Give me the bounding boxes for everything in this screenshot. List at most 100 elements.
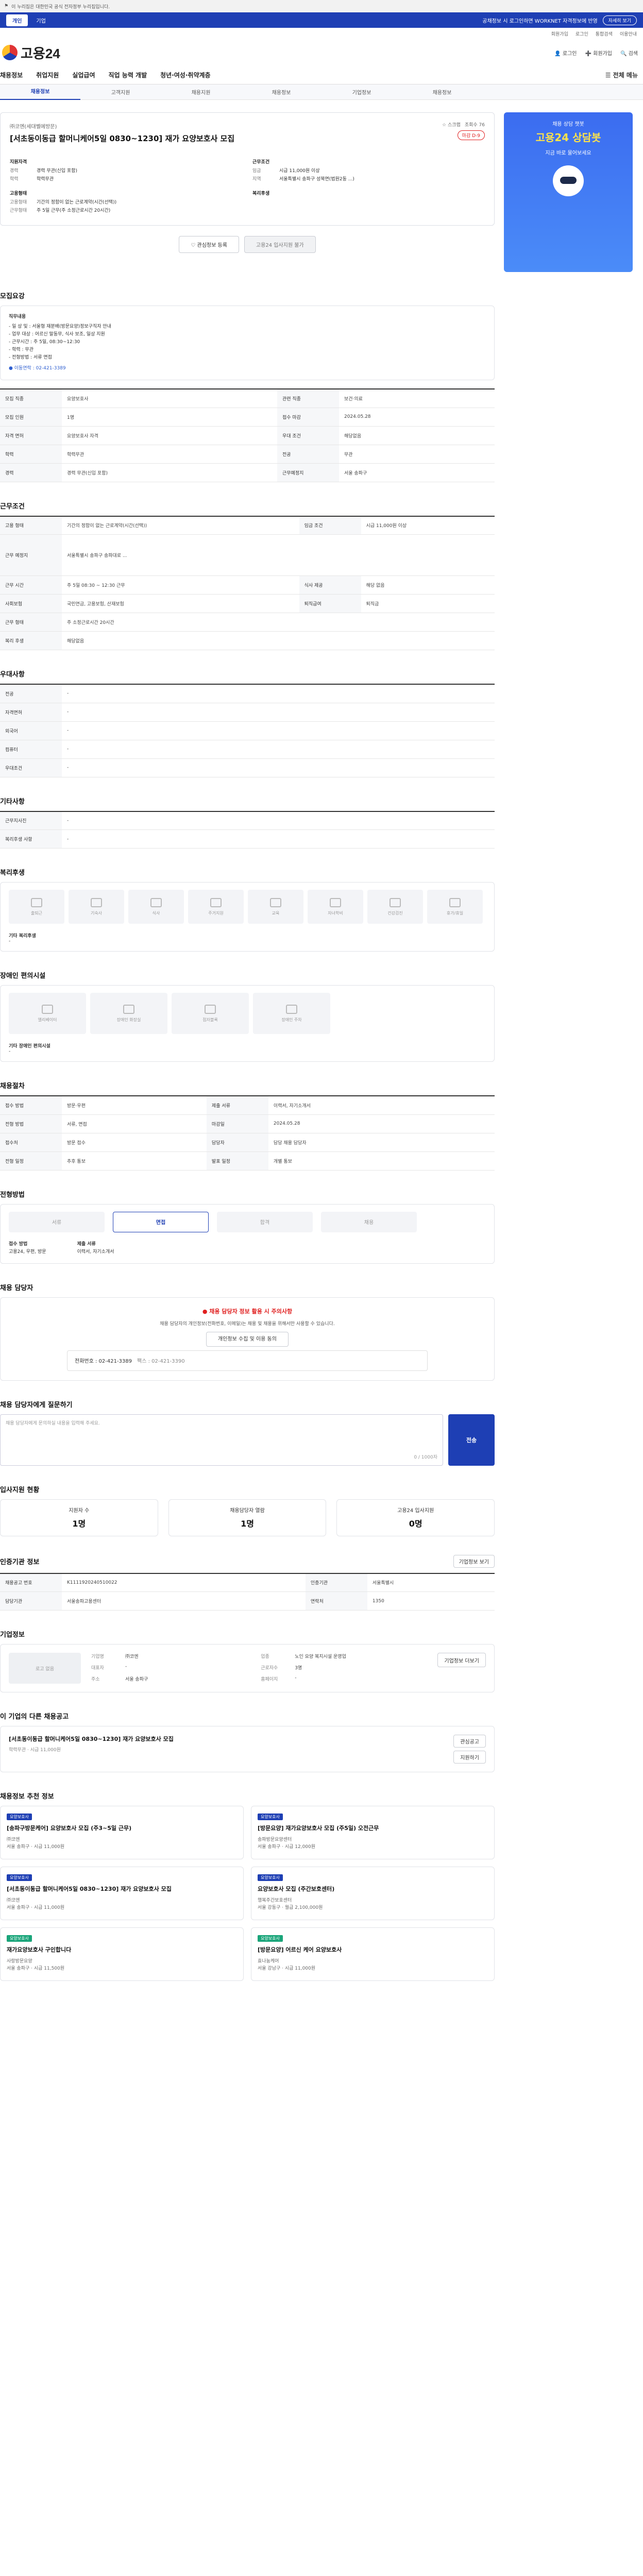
preference-title: 우대사항: [0, 671, 25, 679]
table-row: 경력 경력 무관(신입 포함) 근무예정지 서울 송파구: [0, 463, 495, 482]
util-search[interactable]: 통합검색: [596, 30, 613, 37]
tab-company[interactable]: 기업: [30, 14, 52, 26]
table-row: 접수 방법 방문·우편 제출 서류 이력서, 자기소개서: [0, 1096, 495, 1115]
all-menu-button[interactable]: ☰ 전체 메뉴: [605, 71, 638, 79]
accessibility-etc-label: 기타 장애인 편의시설: [9, 1044, 50, 1049]
table-cell: K1111920240510022: [62, 1573, 306, 1592]
selection-method: 접수 방법 고용24, 우편, 방문: [9, 1241, 46, 1256]
apply-disabled-button[interactable]: 고용24 입사지원 불가: [244, 236, 316, 253]
table-cell: 서울특별시 송파구 송파대로 ...: [62, 534, 495, 576]
table-header: 근무 형태: [0, 613, 62, 632]
process-section: 채용절차 접수 방법 방문·우편 제출 서류 이력서, 자기소개서 전형 방법 서류, …: [0, 1080, 495, 1171]
subnav-item-3[interactable]: 채용지원: [161, 88, 241, 96]
job-title[interactable]: 요양보호사 모집 (주간보호센터): [258, 1885, 488, 1893]
conditions-heading: 근무조건: [252, 160, 270, 165]
table-cell: 요양보호사: [62, 389, 277, 408]
util-guide[interactable]: 이용안내: [620, 30, 637, 37]
job-company: ㈜코엔: [7, 1837, 20, 1842]
job-title[interactable]: [서초동이동급 할머니케어5일 0830~1230] 재가 요양보호사 모집: [7, 1885, 237, 1893]
apply-count-value: 1명: [72, 1519, 86, 1529]
company-more-button[interactable]: 기업정보 더보기: [437, 1653, 486, 1667]
contact-card: ● 채용 담당자 정보 활용 시 주의사항 채용 담당자의 개인정보(전화번호,…: [0, 1297, 495, 1381]
menu-item-youth[interactable]: 청년·여성·취약계층: [160, 71, 210, 79]
login-link[interactable]: 👤 로그인: [554, 49, 577, 57]
interest-register-button[interactable]: ♡ 관심정보 등록: [179, 236, 239, 253]
subnav-item-2[interactable]: 고객지원: [80, 88, 161, 96]
selection-section: 전형방법 서류 면접 합격 채용 접수 방법 고용24, 우편, 방문 제출 서류…: [0, 1189, 495, 1264]
table-cell: 1명: [62, 408, 277, 427]
table-cell: 이력서, 자기소개서: [268, 1096, 495, 1115]
signup-link[interactable]: ➕ 회원가입: [585, 49, 612, 57]
menu-item-benefit[interactable]: 실업급여: [72, 71, 95, 79]
company-logo: 로고 없음: [9, 1653, 81, 1684]
login-label: 로그인: [562, 50, 577, 57]
summary-value: 경력 무관(신입 포함): [37, 168, 77, 174]
job-desc-line: - 근무시간 : 주 5일, 08:30~12:30: [9, 340, 80, 345]
table-cell: 학력무관: [62, 445, 277, 464]
accessibility-item: 장애인 화장실: [90, 993, 167, 1034]
question-textarea[interactable]: 채용 담당자에게 문의하실 내용을 입력해 주세요. 0 / 1000자: [0, 1414, 443, 1466]
apply-status-section: 입사지원 현황 지원자 수 1명 채용담당자 열람 1명 고용24 입사지원 0명: [0, 1484, 495, 1536]
recommend-job-card[interactable]: 요양보호사 [서초동이동급 할머니케어5일 0830~1230] 재가 요양보호사…: [0, 1867, 244, 1920]
welfare-item: 건강검진: [367, 890, 423, 924]
search-link[interactable]: 🔍 검색: [620, 49, 638, 57]
recommend-job-card[interactable]: 요양보호사 요양보호사 모집 (주간보호센터) 행복주간보호센터 서울 강동구 · 월…: [251, 1867, 495, 1920]
other-job-card[interactable]: [서초동이동급 할머니케어5일 0830~1230] 재가 요양보호사 모집 학…: [0, 1726, 495, 1772]
recommend-job-card[interactable]: 요양보호사 재가요양보호사 구인합니다 사랑방문요양 서울 송파구 · 시급 11,5…: [0, 1927, 244, 1981]
table-row: 근무 시간 주 5일 08:30 ~ 12:30 근무 식사 제공 해당 없음: [0, 575, 495, 595]
company-name[interactable]: ㈜코엔(세대벨에방문): [10, 122, 485, 130]
company-info-value: 3명: [295, 1666, 302, 1671]
selection-method-value: 고용24, 우편, 방문: [9, 1249, 46, 1255]
apply-status-counts: 지원자 수 1명 채용담당자 열람 1명 고용24 입사지원 0명: [0, 1499, 495, 1536]
employment-heading: 고용형태: [10, 191, 27, 196]
table-row: 고용 형태 기간의 정함이 없는 근로계약(시간(선택)) 임금 조건 시급 11,0…: [0, 516, 495, 535]
site-logo[interactable]: 고용24: [2, 43, 60, 62]
main-nav: 채용정보 취업지원 실업급여 직업 능력 개발 청년·여성·취약계층 ☰ 전체 …: [0, 66, 643, 84]
logo-text: 고용24: [21, 45, 60, 61]
top-notice-button[interactable]: 자세히 보기: [602, 15, 637, 25]
table-cell: 주 소정근로시간 20시간: [62, 613, 495, 632]
other-job-interest-button[interactable]: 관심공고: [453, 1735, 486, 1748]
job-title[interactable]: [방문요양] 재가요양보호사 모집 (주5일) 오전근무: [258, 1824, 488, 1832]
job-desc-line: - 전형방법 : 서류 면접: [9, 355, 52, 360]
scrap-button[interactable]: ☆ 스크랩: [442, 121, 461, 128]
subnav-item-1[interactable]: 채용정보: [0, 84, 80, 100]
table-cell: -: [62, 829, 495, 849]
menu-item-support[interactable]: 취업지원: [36, 71, 59, 79]
recommend-job-card[interactable]: 요양보호사 [송파구방문케어] 요양보호사 모집 (주3~5일 근무) ㈜코엔 서울 …: [0, 1806, 244, 1859]
welfare-label: 출퇴근: [30, 910, 43, 916]
other-job-title[interactable]: [서초동이동급 할머니케어5일 0830~1230] 재가 요양보호사 모집: [9, 1735, 174, 1743]
dormitory-icon: [91, 897, 102, 907]
contact-phone: 전화번호 : 02-421-3389: [75, 1359, 132, 1364]
recommend-job-card[interactable]: 요양보호사 [방문요양] 재가요양보호사 모집 (주5일) 오전근무 송파방문요양센…: [251, 1806, 495, 1859]
company-info-value: 노인 요양 복지시설 운영업: [295, 1654, 346, 1659]
consent-button[interactable]: 개인정보 수집 및 이용 동의: [206, 1331, 289, 1347]
user-icon: 👤: [554, 50, 561, 57]
subnav-item-5[interactable]: 기업정보: [321, 88, 402, 96]
question-send-button[interactable]: 전송: [448, 1414, 495, 1466]
util-login[interactable]: 로그인: [576, 30, 588, 37]
table-cell: 방문 접수: [62, 1133, 207, 1152]
subnav-item-4[interactable]: 채용정보: [241, 88, 321, 96]
job-title[interactable]: [송파구방문케어] 요양보호사 모집 (주3~5일 근무): [7, 1824, 237, 1832]
table-row: 근무지사진 -: [0, 811, 495, 830]
etc-section: 기타사항 근무지사진 - 복리후생 사항 -: [0, 796, 495, 849]
apply-count-label: 채용담당자 열람: [230, 1508, 265, 1514]
table-header: 자격 면허: [0, 426, 62, 445]
other-job-apply-button[interactable]: 지원하기: [453, 1751, 486, 1764]
tab-personal[interactable]: 개인: [6, 14, 28, 26]
job-title[interactable]: [방문요양] 어르신 케어 요양보호사: [258, 1946, 488, 1954]
summary-actions: ♡ 관심정보 등록 고용24 입사지원 불가: [0, 236, 495, 253]
menu-item-jobs[interactable]: 채용정보: [0, 71, 23, 79]
recommend-job-card[interactable]: 요양보호사 [방문요양] 어르신 케어 요양보호사 효나눔케어 서울 강남구 · 시급…: [251, 1927, 495, 1981]
job-title[interactable]: 재가요양보호사 구인합니다: [7, 1946, 237, 1954]
table-cell: 기간의 정함이 없는 근로계약(시간(선택)): [62, 516, 299, 535]
subnav-item-6[interactable]: 채용정보: [402, 88, 482, 96]
agency-info-button[interactable]: 기업정보 보기: [453, 1554, 495, 1568]
table-cell: -: [62, 740, 495, 759]
job-title: [서초동이동급 할머니케어5일 0830~1230] 재가 요양보호사 모집: [10, 134, 235, 143]
util-join[interactable]: 회원가입: [551, 30, 568, 37]
menu-item-training[interactable]: 직업 능력 개발: [109, 71, 147, 79]
chatbot-banner[interactable]: 채용 상담 챗봇 고용24 상담봇 지금 바로 물어보세요: [504, 112, 633, 272]
accessibility-etc: 기타 장애인 편의시설 -: [9, 1042, 486, 1054]
